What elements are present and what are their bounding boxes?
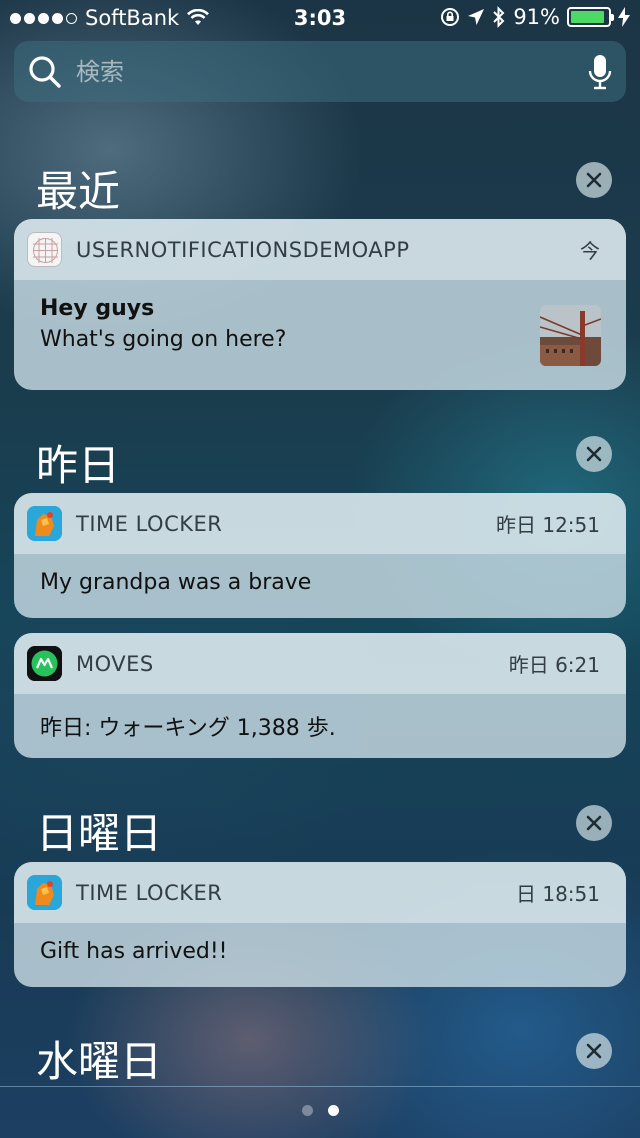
time-locker-icon xyxy=(27,875,62,910)
clear-recent-button[interactable] xyxy=(576,162,612,198)
page-dot-2[interactable] xyxy=(327,1105,339,1116)
notification-card[interactable]: TIME LOCKER 昨日 12:51 My grandpa was a br… xyxy=(14,493,626,618)
notification-message: Gift has arrived!! xyxy=(40,939,228,964)
clear-wednesday-button[interactable] xyxy=(576,1033,612,1069)
close-icon xyxy=(586,1043,602,1059)
notification-time: 日 18:51 xyxy=(516,882,600,906)
location-arrow-icon xyxy=(468,9,485,25)
section-header-wednesday: 水曜日 xyxy=(36,1037,163,1086)
status-right: 91% xyxy=(440,5,630,29)
rotation-lock-icon xyxy=(441,8,460,26)
battery-level-fill xyxy=(571,11,604,23)
clear-sunday-button[interactable] xyxy=(576,805,612,841)
moves-icon xyxy=(27,646,62,681)
time-locker-icon xyxy=(27,506,62,541)
notification-header: USERNOTIFICATIONSDEMOAPP 今 xyxy=(14,219,626,280)
notification-app-name: TIME LOCKER xyxy=(76,880,223,905)
section-header-sunday: 日曜日 xyxy=(36,809,163,858)
notification-header: TIME LOCKER 日 18:51 xyxy=(14,862,626,923)
notification-app-name: TIME LOCKER xyxy=(76,511,223,536)
notification-title: Hey guys xyxy=(40,296,155,321)
charging-bolt-icon xyxy=(618,7,630,27)
section-header-recent: 最近 xyxy=(36,167,121,216)
grid-app-icon xyxy=(27,232,62,267)
notification-message: 昨日: ウォーキング 1,388 歩. xyxy=(40,716,336,741)
notification-body: Gift has arrived!! xyxy=(14,923,626,980)
close-icon xyxy=(586,446,602,462)
close-icon xyxy=(586,172,602,188)
notification-body: Hey guys What's going on here? xyxy=(14,280,626,368)
bluetooth-icon xyxy=(493,6,505,28)
close-icon xyxy=(586,815,602,831)
notification-message: What's going on here? xyxy=(40,327,287,352)
clear-yesterday-button[interactable] xyxy=(576,436,612,472)
battery-percent: 91% xyxy=(513,5,560,29)
notification-body: 昨日: ウォーキング 1,388 歩. xyxy=(14,694,626,758)
notification-header: TIME LOCKER 昨日 12:51 xyxy=(14,493,626,554)
search-bar[interactable] xyxy=(14,41,626,102)
notification-time: 昨日 6:21 xyxy=(508,653,600,677)
page-divider xyxy=(0,1086,640,1087)
search-icon xyxy=(29,55,61,88)
notification-body: My grandpa was a brave xyxy=(14,554,626,611)
notification-message: My grandpa was a brave xyxy=(40,570,312,595)
microphone-icon[interactable] xyxy=(588,53,612,91)
page-dot-1[interactable] xyxy=(301,1105,313,1116)
notification-app-name: MOVES xyxy=(76,651,154,676)
notification-thumbnail xyxy=(540,305,601,366)
notification-card[interactable]: MOVES 昨日 6:21 昨日: ウォーキング 1,388 歩. xyxy=(14,633,626,758)
notification-time: 今 xyxy=(580,239,600,263)
notification-app-name: USERNOTIFICATIONSDEMOAPP xyxy=(76,237,410,262)
status-bar: SoftBank 3:03 91% xyxy=(0,0,640,36)
section-header-yesterday: 昨日 xyxy=(36,441,121,490)
battery-icon xyxy=(567,7,614,27)
page-indicator[interactable] xyxy=(0,1105,640,1116)
notification-card[interactable]: USERNOTIFICATIONSDEMOAPP 今 Hey guys What… xyxy=(14,219,626,390)
notification-header: MOVES 昨日 6:21 xyxy=(14,633,626,694)
notification-card[interactable]: TIME LOCKER 日 18:51 Gift has arrived!! xyxy=(14,862,626,987)
search-input[interactable] xyxy=(76,57,588,86)
notification-time: 昨日 12:51 xyxy=(496,513,600,537)
